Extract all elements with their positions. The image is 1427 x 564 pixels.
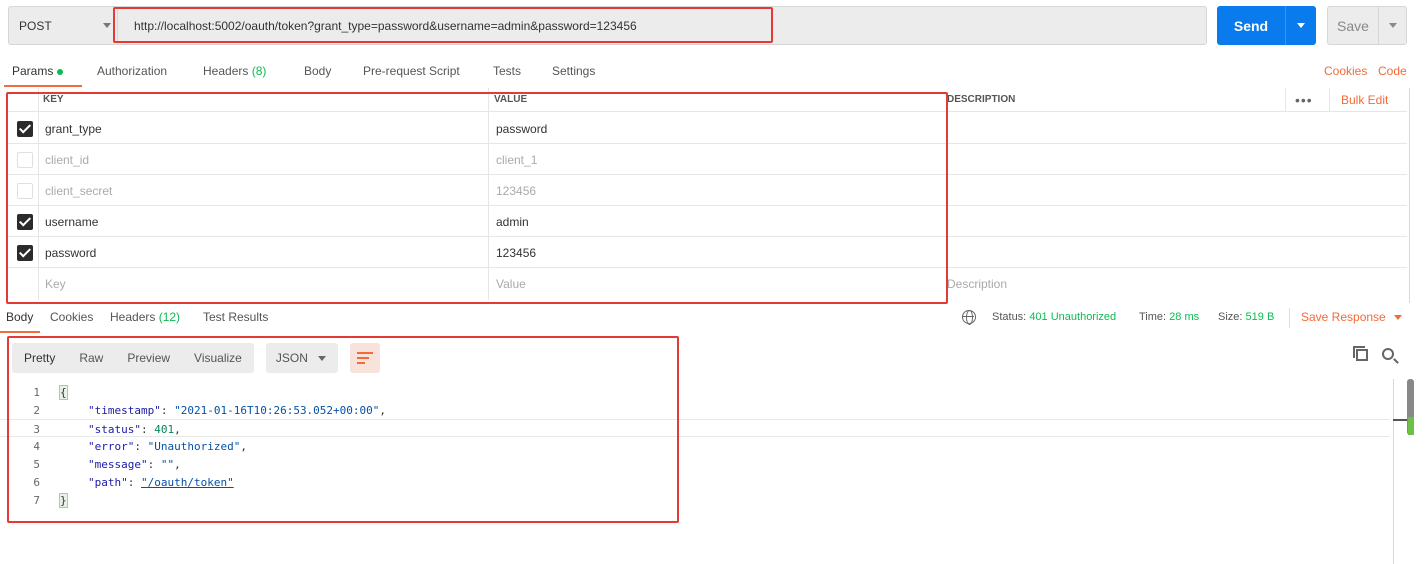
save-label: Save: [1337, 17, 1369, 34]
response-tab-headers[interactable]: Headers (12): [110, 310, 180, 324]
tab-pre-request-script[interactable]: Pre-request Script: [363, 64, 460, 78]
save-response-label: Save Response: [1301, 310, 1386, 324]
save-options-button[interactable]: [1379, 23, 1406, 28]
copy-icon[interactable]: [1353, 346, 1368, 361]
tab-body[interactable]: Body: [304, 64, 331, 78]
tab-label: Cookies: [50, 310, 94, 324]
bulk-edit-link[interactable]: Bulk Edit: [1341, 93, 1388, 107]
method-label: POST: [19, 18, 52, 33]
tab-label: Body: [304, 64, 332, 78]
chevron-down-icon: [1393, 315, 1402, 321]
response-bar: Body Cookies Headers (12) Test Results S…: [0, 305, 1427, 333]
scroll-highlight: [1408, 417, 1414, 435]
response-tab-test-results[interactable]: Test Results: [203, 310, 268, 324]
annotation-box-url: [113, 7, 773, 43]
params-active-dot: [57, 68, 64, 75]
tab-settings[interactable]: Settings: [552, 64, 595, 78]
tab-label: Settings: [552, 64, 596, 78]
tab-params[interactable]: Params: [12, 64, 64, 78]
response-tab-body[interactable]: Body: [6, 310, 33, 324]
response-headers-count: (12): [158, 310, 181, 324]
divider: [1289, 308, 1290, 328]
more-options-icon[interactable]: •••: [1295, 92, 1313, 108]
response-tab-cookies[interactable]: Cookies: [50, 310, 93, 324]
tab-label: Headers: [110, 310, 156, 324]
tab-label: Tests: [493, 64, 522, 78]
tab-label: Pre-request Script: [363, 64, 460, 78]
globe-icon[interactable]: [962, 310, 976, 325]
tab-label: Authorization: [97, 64, 168, 78]
send-label: Send: [1233, 17, 1269, 34]
tab-tests[interactable]: Tests: [493, 64, 521, 78]
chevron-down-icon: [1297, 23, 1305, 28]
size-readout: Size: 519 B: [1218, 311, 1274, 323]
editor-scroll-track: [1393, 379, 1394, 564]
save-response-button[interactable]: Save Response: [1301, 310, 1402, 324]
headers-count: (8): [251, 64, 267, 78]
annotation-box-response: [7, 336, 679, 523]
active-response-tab-indicator: [0, 331, 40, 333]
time-readout: Time: 28 ms: [1139, 311, 1199, 323]
chevron-down-icon: [1388, 23, 1397, 28]
column-divider: [1329, 88, 1330, 112]
chevron-down-icon: [103, 23, 111, 28]
tab-label: Headers: [203, 64, 249, 78]
time-value[interactable]: 28 ms: [1169, 311, 1199, 323]
save-button[interactable]: Save: [1327, 6, 1407, 45]
annotation-box-params: [6, 92, 948, 304]
new-description-input[interactable]: Description: [947, 277, 1007, 291]
code-link[interactable]: Code: [1378, 64, 1407, 78]
tab-label: Test Results: [203, 310, 269, 324]
status-value[interactable]: 401 Unauthorized: [1029, 311, 1116, 323]
search-icon[interactable]: [1382, 348, 1394, 360]
send-options-button[interactable]: [1286, 23, 1316, 28]
send-button[interactable]: Send: [1217, 6, 1316, 45]
status-readout: Status: 401 Unauthorized: [992, 311, 1116, 323]
params-scroll-track: [1409, 88, 1410, 303]
column-divider: [1285, 88, 1286, 112]
tab-label: Body: [6, 310, 34, 324]
request-tabs: Params Authorization Headers (8) Body Pr…: [0, 60, 1427, 88]
tab-headers[interactable]: Headers (8): [203, 64, 266, 78]
tab-authorization[interactable]: Authorization: [97, 64, 167, 78]
size-label: Size:: [1218, 311, 1243, 323]
scroll-position-mark: [1393, 419, 1407, 421]
cookies-link[interactable]: Cookies: [1324, 64, 1367, 78]
method-select[interactable]: POST: [8, 6, 117, 45]
time-label: Time:: [1139, 311, 1167, 323]
status-label: Status:: [992, 311, 1027, 323]
tab-label: Params: [12, 64, 54, 78]
description-column-header: DESCRIPTION: [947, 94, 1016, 105]
active-tab-indicator: [4, 85, 82, 87]
size-value[interactable]: 519 B: [1246, 311, 1275, 323]
